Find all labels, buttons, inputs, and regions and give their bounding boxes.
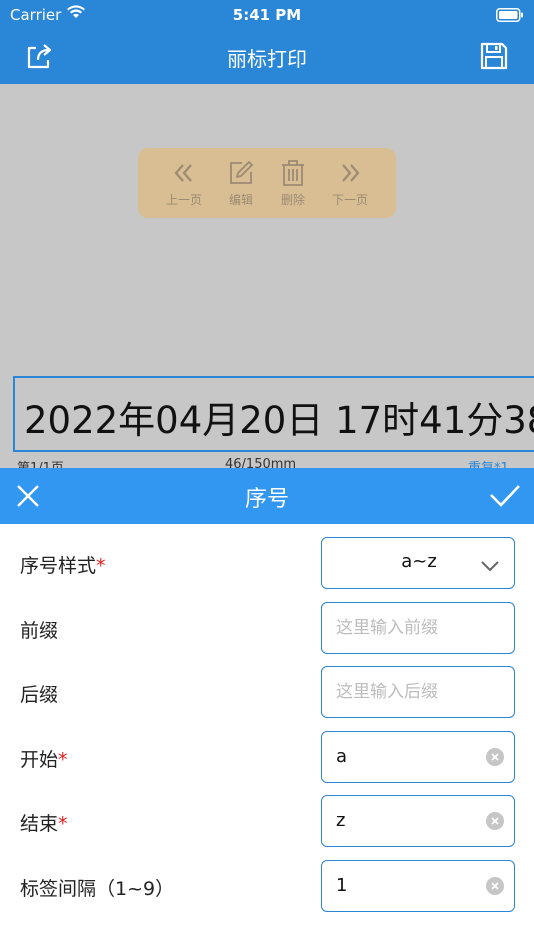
repeat-info[interactable]: 重复*1 — [468, 457, 509, 468]
start-row: 开始* — [0, 731, 534, 783]
double-chevron-right-icon — [322, 158, 378, 188]
battery-icon — [496, 7, 524, 26]
required-marker: * — [58, 813, 68, 835]
prev-page-button[interactable]: 上一页 — [156, 158, 212, 208]
clock: 5:41 PM — [232, 6, 302, 24]
prefix-row: 前缀 — [0, 602, 534, 654]
page-title: 丽标打印 — [227, 47, 307, 71]
start-label-text: 开始 — [20, 749, 59, 771]
prefix-field-box — [321, 602, 515, 654]
required-marker: * — [96, 555, 106, 577]
trash-icon — [265, 158, 321, 188]
clear-icon[interactable] — [486, 877, 504, 895]
interval-label: 标签间隔（1~9） — [20, 878, 175, 900]
prefix-input[interactable] — [336, 603, 476, 652]
next-page-label: 下一页 — [331, 193, 368, 207]
prefix-label: 前缀 — [20, 620, 59, 642]
sheet-title: 序号 — [244, 487, 289, 512]
label-canvas[interactable]: 上一页 编辑 删除 下一页 2022年04月20日 17时41分38 第1/1页… — [0, 84, 534, 468]
checkmark-icon — [490, 485, 520, 507]
chevron-down-icon — [480, 556, 500, 577]
suffix-field-box — [321, 666, 515, 718]
edit-button[interactable]: 编辑 — [213, 158, 269, 208]
save-icon — [480, 42, 508, 70]
edit-label: 编辑 — [228, 193, 253, 207]
suffix-input[interactable] — [336, 667, 476, 716]
end-field-box — [321, 795, 515, 847]
delete-button[interactable]: 删除 — [265, 158, 321, 208]
interval-field-box — [321, 860, 515, 912]
confirm-button[interactable] — [488, 480, 522, 512]
end-input[interactable] — [336, 796, 476, 845]
style-label: 序号样式* — [20, 551, 106, 578]
label-text: 2022年04月20日 17时41分38 — [24, 399, 534, 442]
edit-icon — [213, 158, 269, 188]
double-chevron-left-icon — [156, 158, 212, 188]
prev-page-label: 上一页 — [165, 193, 202, 207]
style-row: 序号样式* a~z — [0, 537, 534, 589]
suffix-row: 后缀 — [0, 666, 534, 718]
interval-input[interactable] — [336, 861, 476, 910]
suffix-label: 后缀 — [20, 684, 59, 706]
status-bar: Carrier 5:41 PM — [0, 0, 534, 30]
end-row: 结束* — [0, 795, 534, 847]
interval-row: 标签间隔（1~9） — [0, 860, 534, 912]
label-text-element[interactable]: 2022年04月20日 17时41分38 — [13, 376, 534, 452]
start-field-box — [321, 731, 515, 783]
end-label: 结束* — [20, 809, 68, 836]
style-select[interactable]: a~z — [321, 537, 515, 589]
floating-toolbar: 上一页 编辑 删除 下一页 — [138, 148, 396, 218]
clear-icon[interactable] — [486, 812, 504, 830]
start-input[interactable] — [336, 732, 476, 781]
size-info: 46/150mm — [225, 457, 297, 468]
sheet-header: 序号 — [0, 468, 534, 524]
nav-bar: 丽标打印 — [0, 30, 534, 84]
end-label-text: 结束 — [20, 813, 59, 835]
save-button[interactable] — [478, 40, 510, 72]
required-marker: * — [58, 749, 68, 771]
page-info: 第1/1页 — [17, 457, 64, 468]
next-page-button[interactable]: 下一页 — [322, 158, 378, 208]
delete-label: 删除 — [280, 193, 305, 207]
start-label: 开始* — [20, 745, 68, 772]
style-label-text: 序号样式 — [20, 555, 97, 577]
clear-icon[interactable] — [486, 748, 504, 766]
